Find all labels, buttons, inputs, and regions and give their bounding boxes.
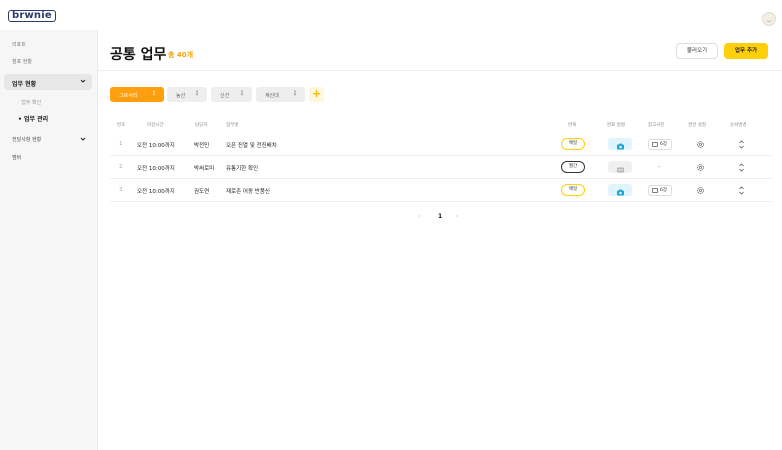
prev-page-button[interactable]: ‹ — [418, 213, 420, 220]
sidebar-group-task-status[interactable]: 업무 현황 — [4, 74, 92, 90]
table-header: 번호 마감시간 담당자 업무명 반복 완료 방법 참고사진 권한 설정 순서변경 — [110, 120, 772, 132]
camera-icon — [617, 143, 624, 150]
chevron-down-icon — [80, 79, 86, 83]
brand-logo[interactable]: brwnie — [8, 10, 56, 22]
method-camera — [608, 184, 632, 196]
col-deadline: 마감시간 — [147, 123, 164, 128]
row-no: 1 — [119, 141, 123, 147]
ref-image-count[interactable]: 6장 — [648, 185, 672, 196]
sidebar: 리포트 점포 현황 업무 현황 · 업무 확인 • 업무 관리 전달사항 현황 … — [0, 30, 98, 450]
table-row[interactable]: 1 오전 10:00까지 박전민 오픈 진열 및 전진배치 매일 6장 — [110, 134, 772, 156]
ref-image-count-text: 6장 — [660, 188, 668, 193]
ref-image-count[interactable]: 6장 — [648, 139, 672, 150]
repeat-badge: 매일 — [561, 138, 585, 150]
total-count: 총 40개 — [168, 51, 194, 59]
next-page-button[interactable]: › — [456, 213, 458, 220]
brand-logo-text: brwnie — [8, 10, 56, 22]
row-task[interactable]: 재로존 어동 반품신 — [226, 187, 270, 195]
more-vertical-icon[interactable]: ⋮ — [292, 91, 298, 97]
col-order: 순서변경 — [730, 123, 747, 128]
col-task: 업무명 — [226, 123, 239, 128]
sort-arrows-icon[interactable] — [738, 186, 745, 195]
tab-produce[interactable]: 농산 ⋮ — [167, 87, 207, 102]
header-divider — [98, 70, 782, 71]
row-task[interactable]: 오픈 진열 및 전진배치 — [226, 141, 277, 149]
col-assignee: 담당자 — [195, 123, 208, 128]
ref-image-count-text: 6장 — [660, 142, 668, 147]
tab-label: 계산대 — [265, 93, 279, 99]
sidebar-item-report[interactable]: 리포트 — [12, 41, 26, 48]
sidebar-item-label: 업무 확인 — [21, 100, 42, 106]
load-button[interactable]: 불러오기 — [676, 43, 718, 59]
row-assignee: 박전민 — [194, 143, 210, 149]
table-row[interactable]: 2 오전 10:00까지 박써로미 유통기한 확인 월간 - — [110, 157, 772, 179]
col-no: 번호 — [117, 123, 126, 128]
row-deadline: 오전 10:00까지 — [137, 143, 175, 149]
sidebar-item-notice-status[interactable]: 전달사항 현황 — [12, 136, 41, 143]
camera-icon — [617, 189, 624, 196]
row-task[interactable]: 유통기한 확인 — [226, 164, 258, 172]
more-vertical-icon[interactable]: ⋮ — [151, 91, 157, 97]
gear-icon[interactable] — [696, 186, 705, 195]
image-icon — [652, 188, 658, 193]
row-deadline: 오전 10:00까지 — [137, 166, 175, 172]
ref-image-none: - — [658, 164, 660, 170]
row-no: 3 — [119, 187, 123, 193]
gear-icon[interactable] — [696, 140, 705, 149]
sidebar-item-store-status[interactable]: 점포 현황 — [12, 58, 32, 65]
more-vertical-icon[interactable]: ⋮ — [239, 91, 245, 97]
document-icon — [617, 167, 624, 173]
tab-label: 농산 — [176, 93, 186, 99]
gear-icon[interactable] — [696, 163, 705, 172]
image-icon — [652, 142, 658, 147]
method-camera — [608, 138, 632, 150]
col-method: 완료 방법 — [607, 123, 625, 128]
sort-arrows-icon[interactable] — [738, 163, 745, 172]
sidebar-item-task-manage[interactable]: • 업무 관리 — [18, 114, 48, 123]
row-assignee: 권도연 — [194, 189, 210, 195]
tab-grocery[interactable]: 그로서리 ⋮ — [110, 87, 164, 102]
page-title: 공통 업무 — [110, 47, 167, 63]
main-content: 공통 업무 총 40개 불러오기 업무 추가 그로서리 ⋮ 농산 ⋮ 신선 ⋮ … — [98, 30, 782, 450]
method-document — [608, 161, 632, 173]
row-assignee: 박써로미 — [194, 166, 215, 172]
page-number-current[interactable]: 1 — [438, 213, 442, 220]
tab-fresh[interactable]: 신선 ⋮ — [211, 87, 252, 102]
col-refimg: 참고사진 — [648, 123, 665, 128]
row-no: 2 — [119, 164, 123, 170]
add-tab-button[interactable]: + — [309, 87, 324, 102]
add-task-button[interactable]: 업무 추가 — [724, 43, 768, 59]
table-row[interactable]: 3 오전 10:00까지 권도연 재로존 어동 반품신 매일 6장 — [110, 180, 772, 202]
more-vertical-icon[interactable]: ⋮ — [194, 91, 200, 97]
sort-arrows-icon[interactable] — [738, 140, 745, 149]
tab-checkout[interactable]: 계산대 ⋮ — [256, 87, 305, 102]
row-deadline: 오전 10:00까지 — [137, 189, 175, 195]
sidebar-item-task-check[interactable]: · 업무 확인 — [18, 99, 41, 106]
user-avatar[interactable] — [762, 12, 776, 26]
col-repeat: 반복 — [568, 123, 577, 128]
sidebar-group-label: 업무 현황 — [12, 81, 37, 88]
sidebar-item-label: 업무 관리 — [23, 116, 49, 123]
chevron-down-icon[interactable] — [80, 136, 86, 142]
tab-label: 신선 — [220, 93, 230, 99]
repeat-badge: 매일 — [561, 184, 585, 196]
col-perm: 권한 설정 — [688, 123, 706, 128]
tab-label: 그로서리 — [119, 93, 138, 99]
top-bar: brwnie — [0, 0, 782, 30]
repeat-badge: 월간 — [561, 161, 585, 173]
sidebar-item-member[interactable]: 멤버 — [12, 154, 21, 161]
